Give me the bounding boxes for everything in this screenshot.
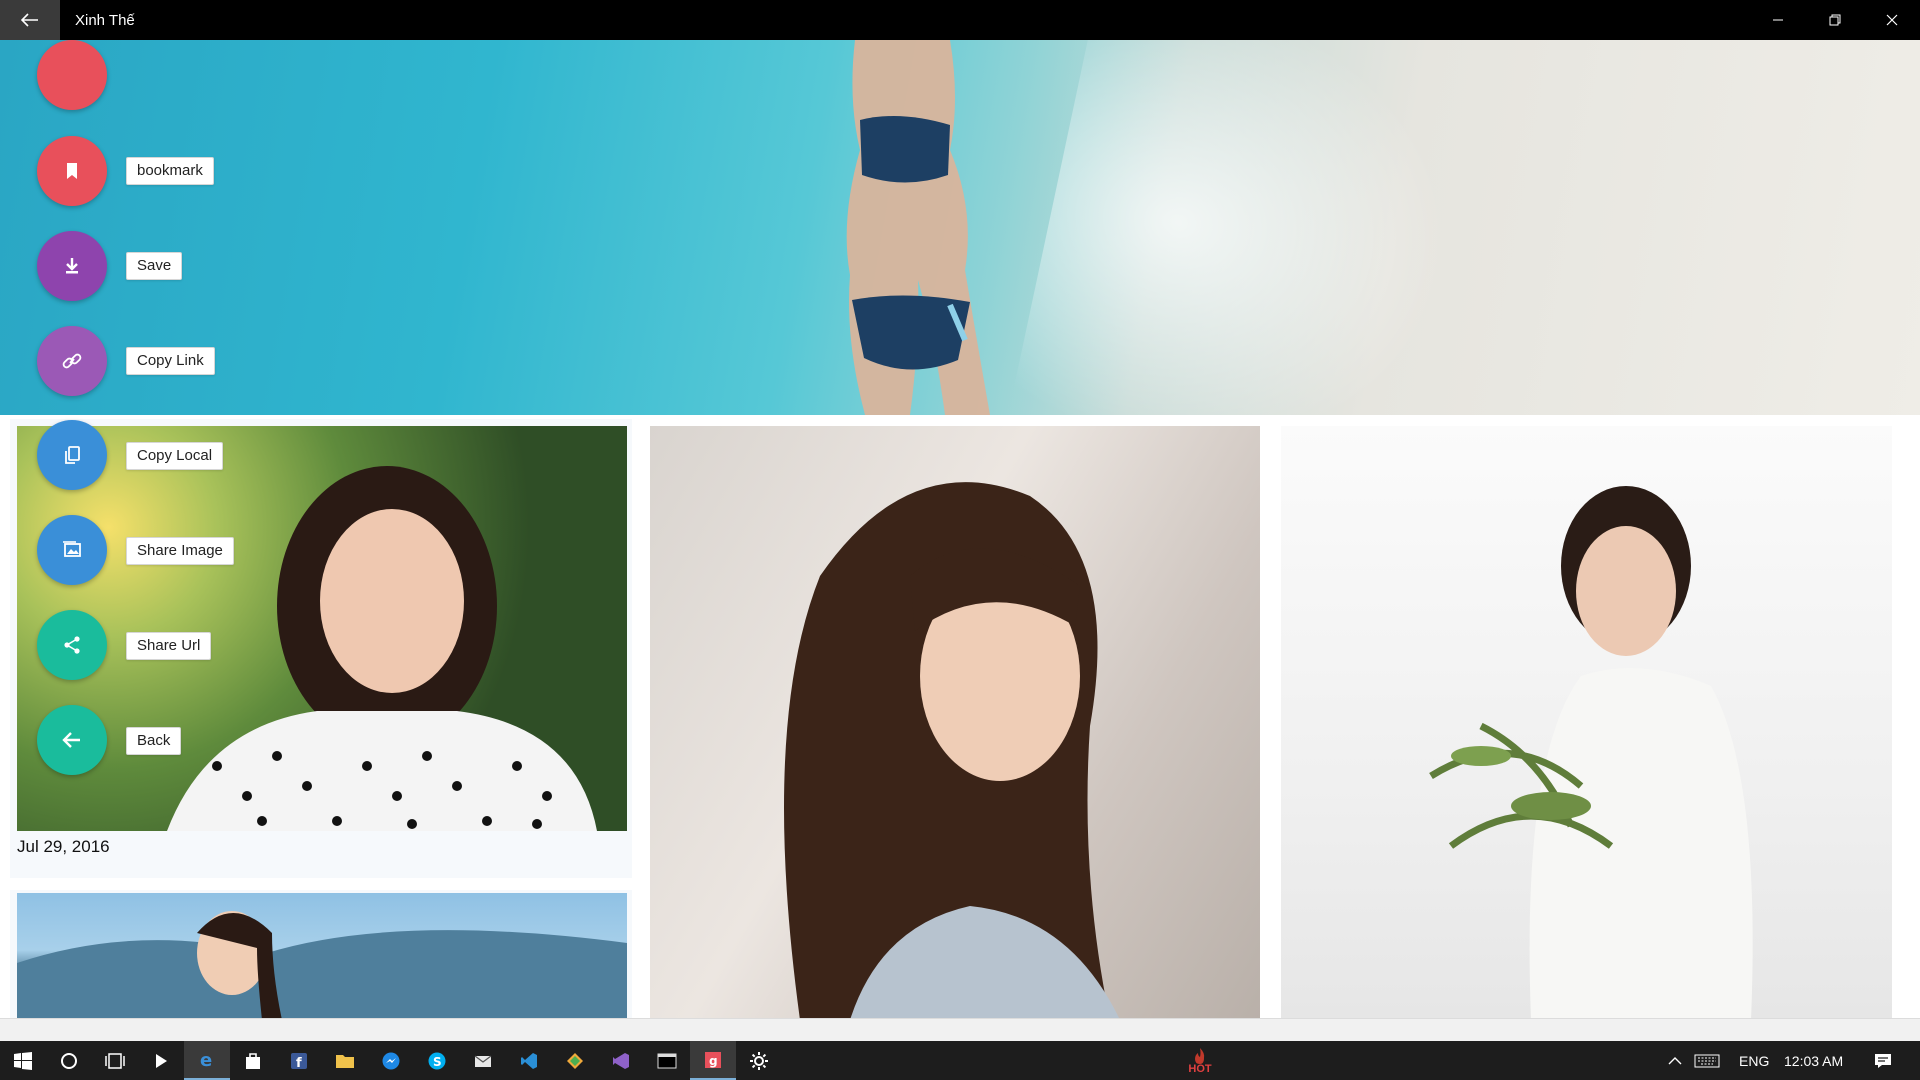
- share-image-label[interactable]: Share Image: [126, 537, 234, 565]
- back-arrow-icon: [62, 732, 80, 748]
- back-label[interactable]: Back: [126, 727, 182, 755]
- gallery-card[interactable]: [1281, 426, 1892, 1020]
- content-bottom-edge: [0, 1018, 1920, 1041]
- gallery-card[interactable]: [10, 890, 632, 1020]
- minimize-button[interactable]: [1749, 0, 1806, 40]
- app-window: Xinh Thế Jul 29, 2016 bookmark Save Copy…: [0, 0, 1920, 1080]
- copy-link-label[interactable]: Copy Link: [126, 347, 215, 375]
- edge-browser-icon: e: [200, 1050, 212, 1070]
- back-button[interactable]: [37, 705, 107, 775]
- close-icon: [1886, 14, 1897, 26]
- menu-toggle-button[interactable]: [37, 40, 107, 110]
- start-button[interactable]: [0, 1041, 46, 1080]
- windows-taskbar: e f S g HOT ENG 12:03 AM: [0, 1041, 1920, 1080]
- back-arrow-icon: [21, 13, 38, 27]
- bookmark-icon: [67, 163, 77, 179]
- hero-image[interactable]: [0, 40, 1920, 415]
- action-center-button[interactable]: [1860, 1041, 1906, 1080]
- svg-text:e: e: [200, 1050, 212, 1070]
- windows-logo-icon: [14, 1051, 32, 1070]
- gear-icon: [750, 1051, 768, 1070]
- share-url-button[interactable]: [37, 610, 107, 680]
- taskbar-app-messenger[interactable]: [368, 1041, 414, 1080]
- clock[interactable]: 12:03 AM: [1784, 1041, 1843, 1080]
- window-controls: [1749, 0, 1920, 40]
- terminal-icon: [657, 1053, 677, 1068]
- download-icon: [66, 258, 78, 274]
- skype-icon: S: [428, 1052, 446, 1069]
- minimize-icon: [1772, 19, 1783, 21]
- taskbar-app-edge[interactable]: e: [184, 1041, 230, 1080]
- taskbar-app-media[interactable]: [138, 1041, 184, 1080]
- save-button[interactable]: [37, 231, 107, 301]
- svg-text:g: g: [709, 1054, 718, 1068]
- image-icon: [63, 541, 81, 557]
- gallery-photo[interactable]: [17, 426, 627, 831]
- bookmark-label[interactable]: bookmark: [126, 157, 214, 185]
- share-icon: [64, 636, 80, 654]
- copy-local-button[interactable]: [37, 420, 107, 490]
- folder-icon: [336, 1054, 354, 1068]
- taskbar-app-vscode[interactable]: [506, 1041, 552, 1080]
- facebook-icon: f: [291, 1052, 307, 1070]
- gallery-photo[interactable]: [17, 893, 627, 1020]
- taskbar-app-visual-studio[interactable]: [598, 1041, 644, 1080]
- xinh-the-app-icon: g: [705, 1051, 721, 1068]
- titlebar-back-button[interactable]: [0, 0, 60, 40]
- gallery-card[interactable]: [650, 426, 1260, 1020]
- taskbar-app-terminal[interactable]: [644, 1041, 690, 1080]
- bookmark-button[interactable]: [37, 136, 107, 206]
- copy-local-label[interactable]: Copy Local: [126, 442, 224, 470]
- hot-label: HOT: [1188, 1062, 1212, 1075]
- save-label[interactable]: Save: [126, 252, 183, 280]
- visual-studio-icon: [613, 1052, 629, 1069]
- svg-text:f: f: [296, 1056, 302, 1070]
- diamond-icon: [567, 1052, 583, 1069]
- taskbar-app-store[interactable]: [230, 1041, 276, 1080]
- beach-portrait-illustration: [17, 911, 627, 1020]
- tray-overflow-button[interactable]: [1660, 1041, 1690, 1080]
- task-view-button[interactable]: [92, 1041, 138, 1080]
- taskbar-app-mail[interactable]: [460, 1041, 506, 1080]
- input-language[interactable]: ENG: [1739, 1041, 1769, 1080]
- search-button[interactable]: [46, 1041, 92, 1080]
- taskbar-app-xinh-the[interactable]: g: [690, 1041, 736, 1080]
- restore-icon: [1829, 14, 1840, 26]
- touch-keyboard-button[interactable]: [1690, 1041, 1724, 1080]
- task-view-icon: [105, 1052, 125, 1069]
- keyboard-icon: [1694, 1054, 1720, 1067]
- hero-person-figure: [846, 40, 990, 415]
- title-bar: Xinh Thế: [0, 0, 1920, 40]
- taskbar-app-settings[interactable]: [736, 1041, 782, 1080]
- vscode-icon: [521, 1052, 537, 1069]
- mail-icon: [474, 1055, 492, 1067]
- hot-widget[interactable]: HOT: [1180, 1041, 1220, 1080]
- taskbar-app-skype[interactable]: S: [414, 1041, 460, 1080]
- restore-button[interactable]: [1806, 0, 1863, 40]
- copy-icon: [65, 446, 80, 464]
- photo-date: Jul 29, 2016: [17, 837, 110, 856]
- portrait-illustration: [1429, 486, 1753, 1020]
- portrait-illustration: [784, 482, 1120, 1020]
- window-title: Xinh Thế: [75, 11, 135, 29]
- messenger-icon: [382, 1052, 400, 1069]
- store-bag-icon: [246, 1052, 260, 1069]
- gallery-photo[interactable]: [650, 426, 1260, 1020]
- taskbar-app-facebook[interactable]: f: [276, 1041, 322, 1080]
- close-button[interactable]: [1863, 0, 1920, 40]
- taskbar-app-explorer[interactable]: [322, 1041, 368, 1080]
- portrait-illustration: [167, 466, 597, 831]
- gallery-photo[interactable]: [1281, 426, 1892, 1020]
- svg-text:S: S: [433, 1055, 442, 1069]
- taskbar-app-sourcetree[interactable]: [552, 1041, 598, 1080]
- share-image-button[interactable]: [37, 515, 107, 585]
- link-icon: [62, 353, 82, 369]
- chevron-up-icon: [1668, 1056, 1682, 1064]
- notification-icon: [1875, 1053, 1891, 1068]
- share-url-label[interactable]: Share Url: [126, 632, 212, 660]
- copy-link-button[interactable]: [37, 326, 107, 396]
- shore-wave-shape: [1004, 40, 1516, 415]
- play-icon: [156, 1053, 167, 1068]
- cortana-circle-icon: [61, 1052, 77, 1069]
